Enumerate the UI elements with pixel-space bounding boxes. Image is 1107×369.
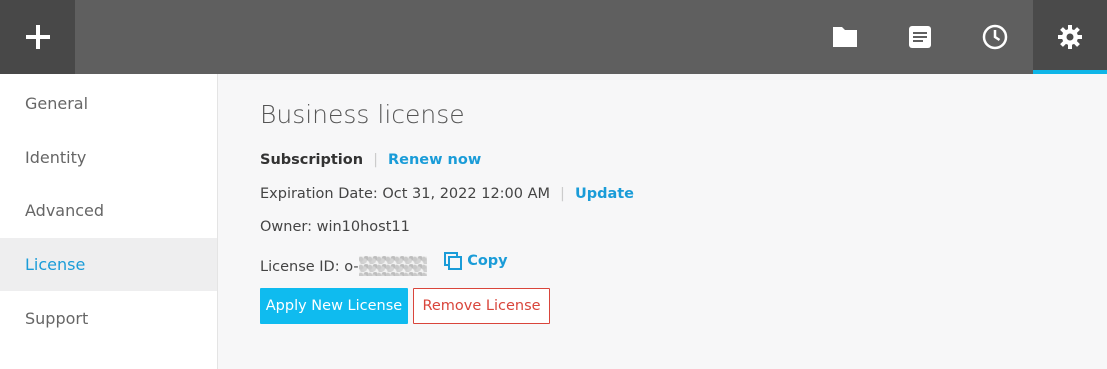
expiration-row: Expiration Date: Oct 31, 2022 12:00 AM | U… [260, 186, 634, 202]
renew-now-link[interactable]: Renew now [388, 152, 481, 168]
apply-new-license-button[interactable]: Apply New License [260, 288, 408, 324]
sidebar-item-support[interactable]: Support [0, 292, 217, 345]
document-icon [909, 26, 931, 48]
owner-text: Owner: win10host11 [260, 219, 410, 235]
sidebar-item-general[interactable]: General [0, 77, 217, 130]
subscription-label: Subscription [260, 152, 364, 168]
log-button[interactable] [883, 0, 957, 74]
remove-license-button[interactable]: Remove License [413, 288, 550, 324]
add-button[interactable] [0, 0, 75, 74]
subscription-row: Subscription | Renew now [260, 152, 481, 168]
settings-sidebar: General Identity Advanced License Suppor… [0, 74, 218, 369]
copy-label: Copy [467, 253, 508, 269]
history-button[interactable] [958, 0, 1032, 74]
license-panel: Business license Subscription | Renew now … [218, 74, 1107, 369]
copy-icon [444, 252, 463, 270]
update-link[interactable]: Update [575, 186, 634, 202]
license-id-row: License ID: o- Copy [260, 251, 508, 276]
clock-icon [982, 24, 1008, 50]
separator: | [560, 186, 565, 202]
separator: | [373, 152, 378, 168]
sidebar-item-identity[interactable]: Identity [0, 131, 217, 184]
settings-button[interactable] [1033, 0, 1107, 74]
plus-icon [25, 25, 50, 49]
page-title: Business license [260, 100, 465, 129]
license-id-label: License ID: o- [260, 259, 359, 275]
redacted-license-id [358, 256, 427, 276]
top-bar [0, 0, 1107, 74]
files-button[interactable] [808, 0, 882, 74]
copy-button[interactable]: Copy [443, 251, 508, 271]
folder-icon [833, 27, 857, 47]
expiration-date: Expiration Date: Oct 31, 2022 12:00 AM [260, 186, 551, 202]
gear-icon [1058, 25, 1082, 49]
owner-row: Owner: win10host11 [260, 219, 410, 235]
sidebar-item-advanced[interactable]: Advanced [0, 184, 217, 237]
sidebar-item-license[interactable]: License [0, 238, 217, 291]
